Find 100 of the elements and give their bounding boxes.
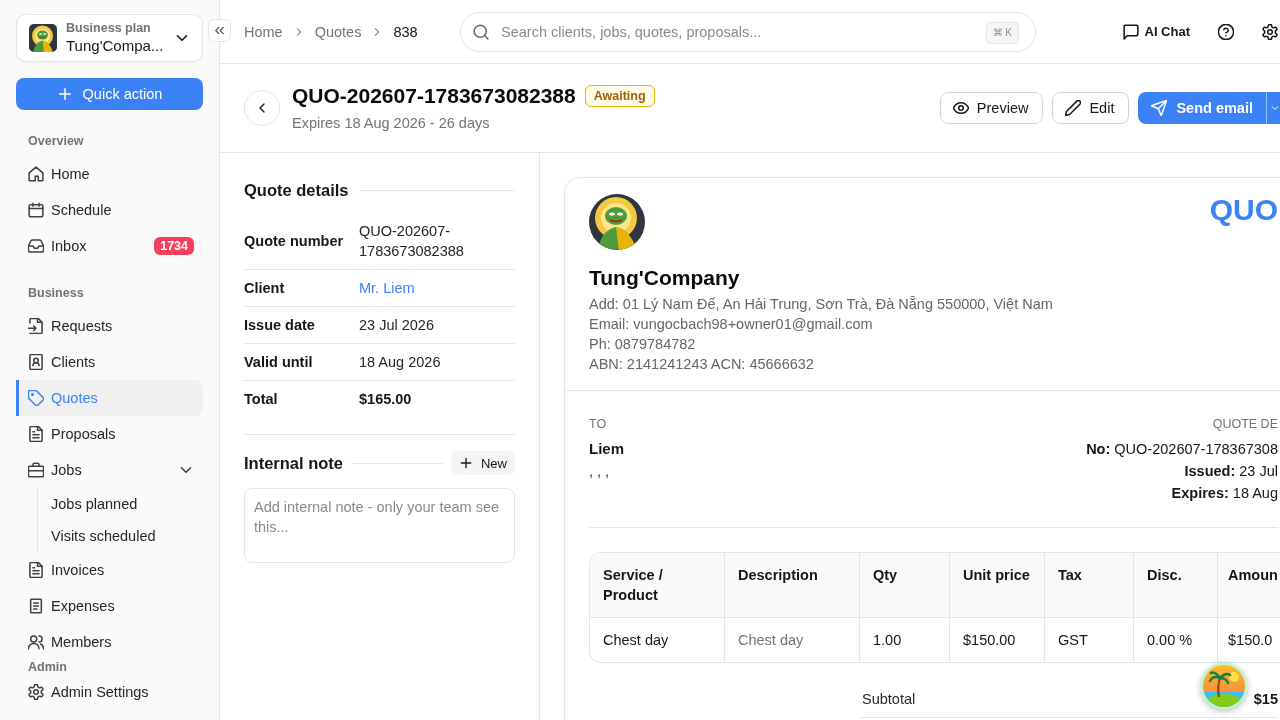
breadcrumb-current: 838 (393, 23, 418, 40)
breadcrumb-link[interactable]: Home (244, 23, 283, 40)
quick-action-button[interactable]: Quick action (16, 78, 203, 110)
table-header-cell: Tax (1045, 553, 1134, 618)
nav-item[interactable]: Requests (16, 308, 203, 344)
recipient-label: TO (589, 416, 608, 432)
users-icon (28, 634, 44, 650)
nav-item[interactable]: Clients (16, 344, 203, 380)
details-label: QUOTE DE (1212, 416, 1278, 432)
table-cell: Chest day (590, 618, 725, 662)
company-name: Tung'Company (589, 266, 741, 290)
detail-label: Quote number (244, 232, 345, 251)
expiry-subtitle: Expires 18 Aug 2026 - 26 days (292, 114, 491, 133)
logo-image (29, 24, 57, 52)
table-cell: 1.00 (860, 618, 950, 662)
pencil-icon (1065, 100, 1082, 116)
table-cell: $150.00 (950, 618, 1045, 662)
tag-icon (28, 390, 44, 406)
section-title: Quote details (244, 180, 349, 200)
detail-value: QUO-202607-1783673082388 (359, 222, 465, 261)
chat-bubble-icon (1122, 23, 1139, 40)
detail-line: Expires: 18 Aug (1171, 484, 1278, 503)
detail-label: Client (244, 279, 286, 298)
outline-button[interactable]: Edit (1052, 92, 1130, 124)
nav-item[interactable]: Home (16, 156, 203, 192)
new-note-button[interactable]: New (451, 451, 515, 475)
detail-value: 18 Aug 2026 (359, 353, 442, 372)
home-icon (28, 166, 44, 182)
detail-label: Issue date (244, 316, 316, 335)
nav-item[interactable]: Inbox 1734 (16, 228, 203, 264)
table-cell-text: $150.0 (1227, 631, 1274, 650)
recipient-name: Liem (589, 439, 624, 459)
company-detail-line: ABN: 2141241243 ACN: 45666632 (589, 355, 815, 374)
company-detail-line: Ph: 0879784782 (589, 335, 697, 354)
detail-value: 23 Jul 2026 (359, 316, 435, 335)
table-header-cell: Disc. (1134, 553, 1218, 618)
table-header-cell: Unit price (950, 553, 1045, 618)
ai-chat-button[interactable]: AI Chat (1122, 23, 1190, 40)
company-detail-line: Email: vungocbach98+owner01@gmail.com (589, 315, 874, 334)
calendar-icon (28, 202, 44, 218)
nav-item[interactable]: Invoices (16, 552, 203, 588)
status-badge: Awaiting (584, 85, 655, 107)
file-arrow-icon (28, 318, 44, 334)
paper-plane-icon (1151, 100, 1168, 116)
document-icon (28, 562, 44, 578)
help-icon[interactable] (1218, 23, 1234, 40)
totals-value: $15 (1253, 690, 1278, 709)
dropdown-toggle-button[interactable] (1266, 92, 1280, 124)
breadcrumb-link[interactable]: Quotes (314, 23, 362, 40)
org-name: Tung'Compa... (66, 36, 165, 56)
nav-item[interactable]: Visits scheduled (38, 520, 202, 552)
nav-item[interactable]: Schedule (16, 192, 203, 228)
org-switcher[interactable]: Business plan Tung'Compa... (16, 14, 203, 62)
quote-title: QUO-202607-1783673082388 (292, 83, 576, 109)
document-icon (28, 426, 44, 442)
table-header-cell: Description (725, 553, 860, 618)
plan-label: Business plan (66, 20, 152, 36)
briefcase-icon (28, 462, 44, 478)
nav-item[interactable]: Proposals (16, 416, 203, 452)
contact-card-icon (28, 354, 44, 370)
table-cell: 0.00 % (1134, 618, 1218, 662)
count-badge: 1734 (154, 237, 194, 255)
detail-label: Valid until (244, 353, 314, 372)
table-header-cell: Service / Product (590, 553, 725, 618)
settings-icon (28, 684, 44, 700)
receipt-icon (28, 598, 44, 614)
recipient-address: , , , (589, 462, 611, 481)
section-label: Overview (27, 133, 85, 149)
detail-line: No: QUO-202607-178367308 (1086, 440, 1278, 459)
table-cell: GST (1045, 618, 1134, 662)
collapse-sidebar-button[interactable] (208, 19, 231, 42)
palm-island-icon[interactable] (1200, 662, 1248, 710)
detail-label: Total (244, 390, 279, 409)
detail-value: $165.00 (359, 390, 413, 409)
nav-item[interactable]: Expenses (16, 588, 203, 624)
client-link[interactable]: Mr. Liem (359, 278, 415, 298)
note-field[interactable]: Add internal note - only your team see this... (244, 488, 515, 563)
settings-icon[interactable] (1262, 23, 1278, 40)
plus-icon (459, 456, 473, 470)
nav-item[interactable]: Jobs (16, 452, 203, 488)
chevron-down-icon (1270, 103, 1280, 113)
eye-icon (952, 100, 969, 116)
logo-image (589, 194, 645, 250)
nav-item[interactable]: Members (16, 624, 203, 660)
totals-label: Subtotal (862, 690, 916, 709)
chevrons-left-icon (213, 24, 226, 37)
section-label: Business (27, 285, 85, 301)
detail-line: Issued: 23 Jul (1184, 462, 1278, 481)
section-label: Admin (27, 660, 68, 674)
nav-item[interactable]: Jobs planned (38, 488, 202, 520)
inbox-icon (28, 238, 44, 254)
section-title: Internal note (244, 453, 343, 473)
plus-icon (56, 86, 73, 102)
search-icon (473, 23, 489, 40)
nav-item[interactable]: Admin Settings (16, 674, 203, 710)
table-header-cell: Amoun (1218, 553, 1280, 618)
primary-button[interactable]: Send email (1138, 92, 1266, 124)
document-title: QUO (1209, 194, 1278, 226)
outline-button[interactable]: Preview (939, 92, 1044, 124)
company-detail-line: Add: 01 Lý Nam Đế, An Hải Trung, Sơn Trà, Đà Nẵng 550000, Việt Nam (589, 295, 1054, 314)
